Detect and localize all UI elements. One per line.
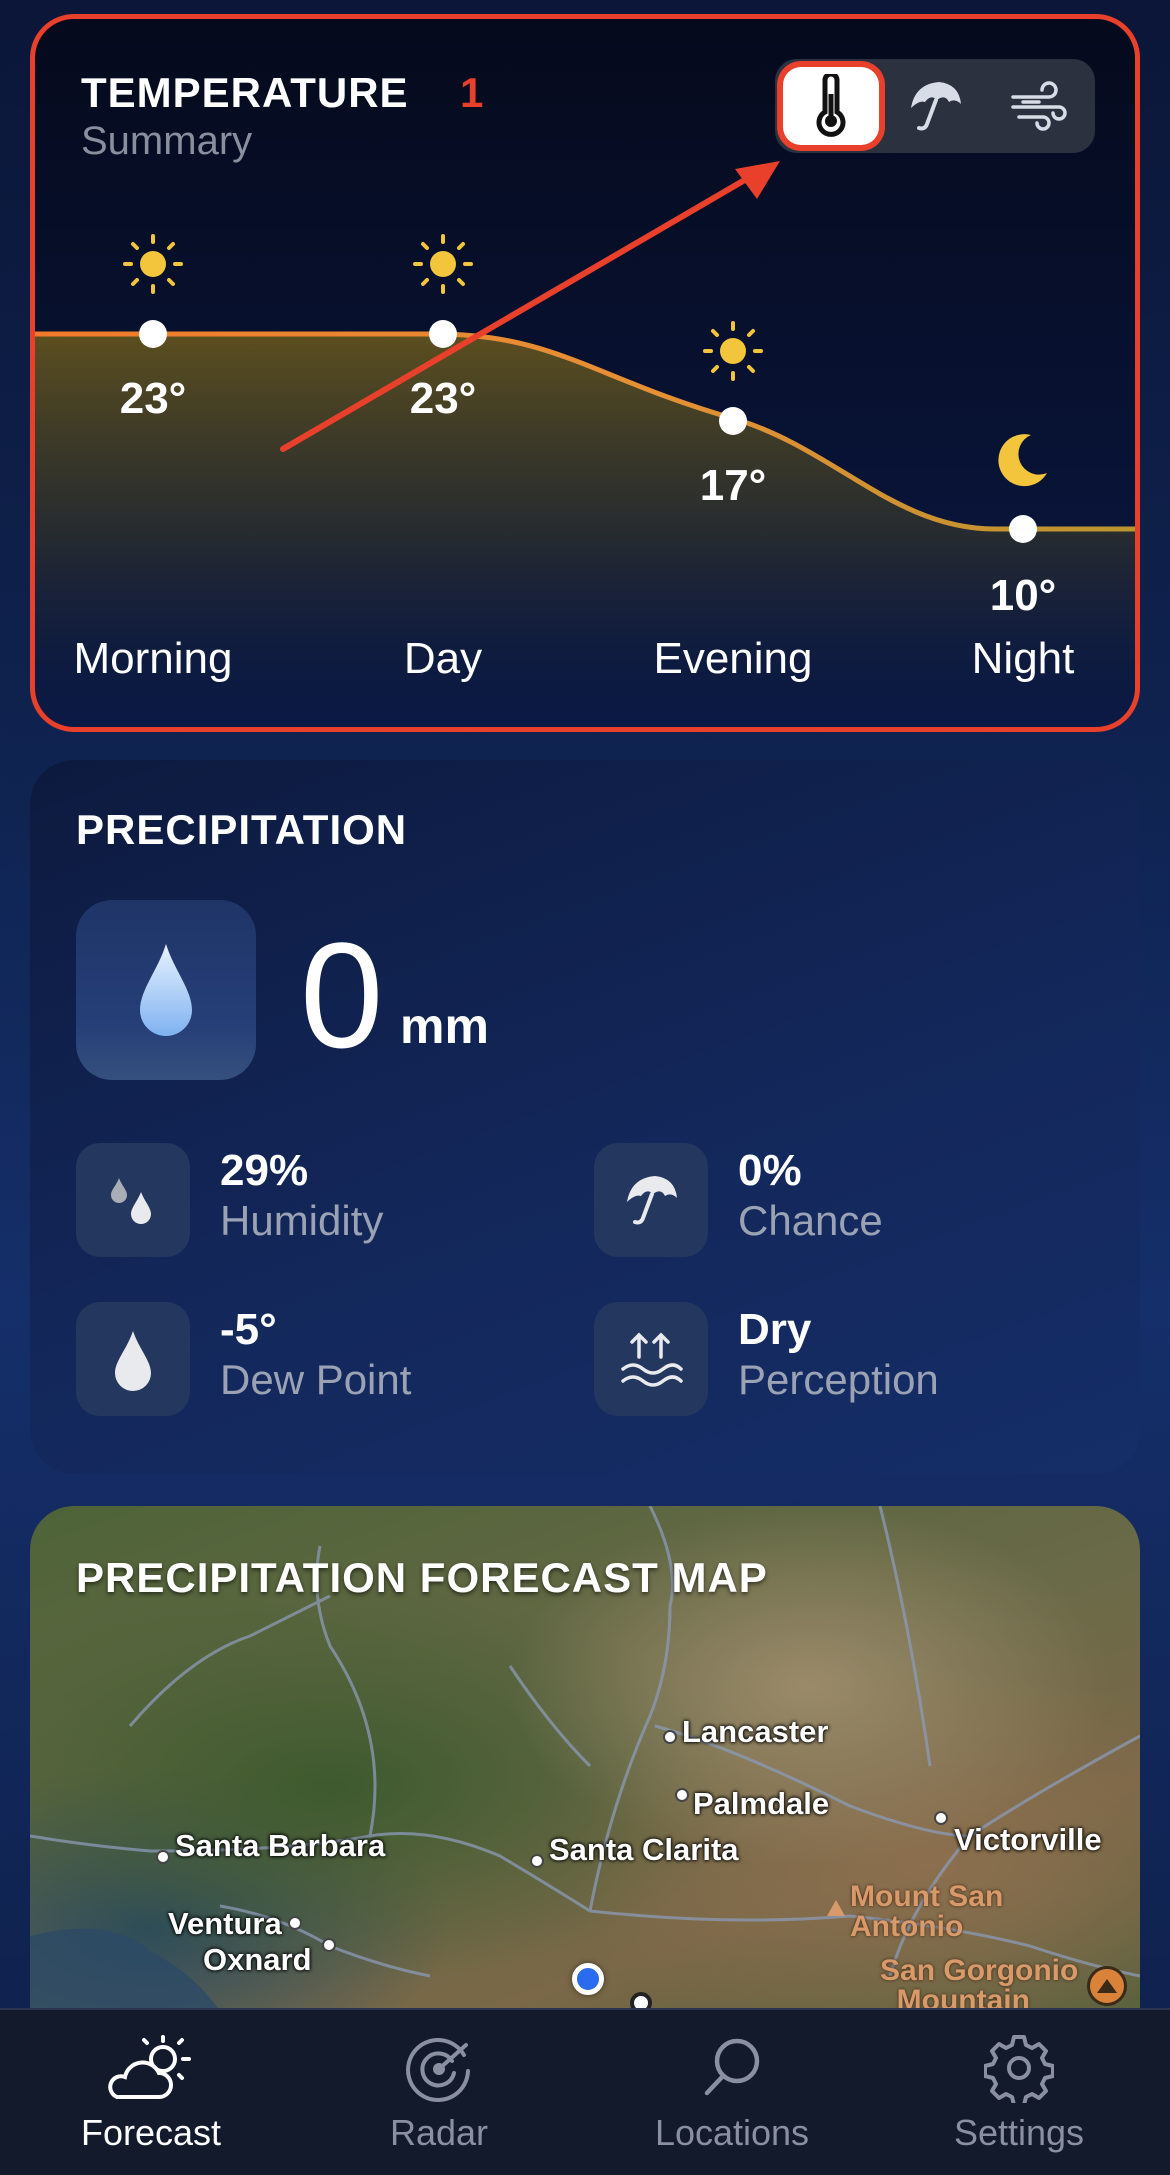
tab-settings-icon-wrap [984,2028,1054,2108]
mountain-label-san-gorgonio: San Gorgonio Mountain [880,1956,1078,2016]
wind-icon [1011,81,1067,131]
tab-settings[interactable]: Settings [873,2010,1165,2175]
tab-bar: Forecast Radar Locations Settings [0,2008,1170,2175]
city-dot-oxnard [322,1938,336,1952]
dew-point-value: -5° [220,1305,277,1354]
summit-marker-triangle [1097,1979,1117,1993]
metric-toggle-group [775,59,1095,153]
perception-tile [594,1302,708,1416]
precipitation-drop-tile [76,900,256,1080]
city-dot-santa-clarita [530,1854,544,1868]
mountain-label-san-antonio-line1: Mount San [850,1880,1004,1913]
precipitation-amount: 0 [300,911,384,1079]
sun-icon [703,321,763,381]
precipitation-title: PRECIPITATION [76,806,408,853]
droplet-icon [115,1331,151,1391]
moon-icon [998,434,1047,487]
city-dot-ventura [288,1916,302,1930]
umbrella-icon [627,1176,677,1225]
waves-arrows-icon [621,1332,683,1387]
toggle-precipitation[interactable] [887,67,983,145]
mountain-label-san-antonio-line2: Antonio [850,1910,964,1943]
mountain-icon [827,1900,845,1916]
tab-forecast-label: Forecast [80,2112,222,2153]
temperature-card: TEMPERATURE 1 Summary 23° 23° 17° 10° Mo… [30,14,1140,732]
city-label-oxnard: Oxnard [203,1942,312,1977]
temperature-title: TEMPERATURE [81,69,409,116]
period-label-day: Day [403,634,483,683]
temp-point-day [429,320,457,348]
temp-point-morning [139,320,167,348]
city-label-victorville: Victorville [954,1822,1102,1857]
summit-marker-icon[interactable] [1087,1966,1127,2006]
perception-value: Dry [738,1305,812,1354]
dew-point-tile [76,1302,190,1416]
sun-icon [123,234,183,294]
city-label-santa-barbara: Santa Barbara [175,1828,386,1863]
sun-icon [413,234,473,294]
droplets-icon [111,1178,151,1224]
city-label-palmdale: Palmdale [693,1786,830,1821]
mountain-label-san-antonio: Mount San Antonio [850,1882,1003,1942]
tab-radar[interactable]: Radar [293,2010,585,2175]
tab-radar-icon-wrap [404,2028,474,2108]
humidity-tile [76,1143,190,1257]
precipitation-card: PRECIPITATION 0 mm 29% Humidity 0% Chanc… [30,760,1140,1474]
temp-point-evening [719,407,747,435]
period-label-evening: Evening [653,634,813,683]
period-label-morning: Morning [73,634,233,683]
umbrella-icon [911,82,961,131]
toggle-temperature[interactable] [783,67,879,145]
map-title: PRECIPITATION FORECAST MAP [76,1554,768,1601]
tab-locations[interactable]: Locations [586,2010,878,2175]
temp-value-night: 10° [989,571,1057,620]
tab-locations-icon-wrap [697,2028,767,2108]
perception-label: Perception [738,1356,939,1403]
city-dot-victorville [934,1811,948,1825]
period-label-night: Night [971,634,1075,683]
temp-point-night [1009,515,1037,543]
humidity-label: Humidity [220,1197,384,1244]
tab-radar-label: Radar [389,2112,489,2153]
annotation-badge: 1 [460,69,484,116]
current-location-dot [572,1963,604,1995]
temperature-subtitle: Summary [81,119,253,163]
temp-value-day: 23° [409,374,477,423]
tab-forecast-icon-wrap [103,2028,199,2108]
city-label-santa-clarita: Santa Clarita [549,1832,739,1867]
chance-tile [594,1143,708,1257]
thermometer-icon [816,74,846,137]
tab-forecast[interactable]: Forecast [5,2010,297,2175]
precipitation-unit: mm [400,998,489,1054]
city-label-ventura: Ventura [168,1906,282,1941]
tab-locations-label: Locations [654,2112,810,2153]
chance-label: Chance [738,1197,883,1244]
mountain-label-san-gorgonio-line1: San Gorgonio [880,1954,1079,1987]
chance-value: 0% [738,1146,802,1195]
city-dot-palmdale [675,1788,689,1802]
temp-value-evening: 17° [699,461,767,510]
gear-icon [984,2035,1054,2103]
radar-icon [406,2038,470,2102]
dew-point-label: Dew Point [220,1356,412,1403]
toggle-wind[interactable] [991,67,1087,145]
search-icon [704,2038,760,2096]
city-label-lancaster: Lancaster [682,1714,829,1749]
tab-settings-label: Settings [953,2112,1085,2153]
city-dot-santa-barbara [156,1850,170,1864]
partly-cloudy-icon [108,2035,191,2099]
humidity-value: 29% [220,1146,309,1195]
temp-value-morning: 23° [119,374,187,423]
city-dot-lancaster [663,1730,677,1744]
droplet-icon [140,944,192,1036]
